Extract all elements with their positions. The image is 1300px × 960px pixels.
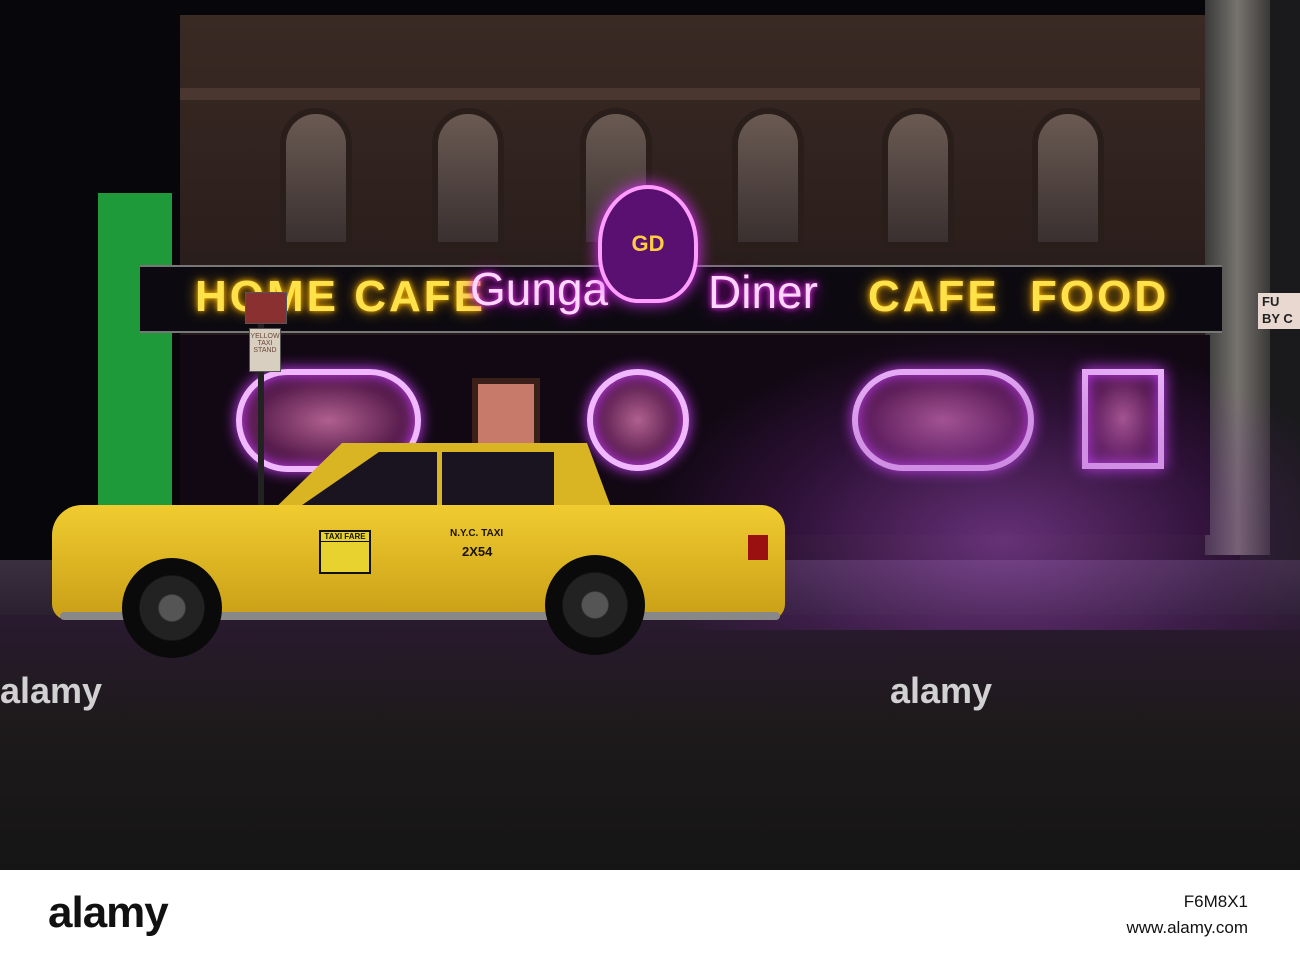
logo-monogram: GD: [631, 231, 665, 256]
taxi-taillight: [748, 535, 768, 560]
sign-cafe: CAFE: [868, 272, 1000, 321]
window: [432, 108, 504, 248]
taxi-label: N.Y.C. TAXI: [450, 528, 504, 539]
window: [1032, 108, 1104, 248]
image-id: F6M8X1: [1183, 892, 1248, 911]
window: [882, 108, 954, 248]
alamy-url: www.alamy.com: [1126, 918, 1248, 937]
watermark-footer: alamy F6M8X1 www.alamy.com: [0, 870, 1300, 960]
sign-diner: Diner: [708, 266, 818, 318]
sign-food: FOOD: [1030, 272, 1170, 321]
window: [280, 108, 352, 248]
taxi-rear-wheel: [545, 555, 645, 655]
green-screen: [98, 193, 172, 523]
taxi-front-wheel: [122, 558, 222, 658]
taxi-rear-window: [442, 452, 554, 508]
street-sign-red: [245, 292, 287, 324]
edge-sign: FU BY C: [1258, 293, 1300, 329]
watermark-overlay: alamy: [0, 670, 103, 711]
sign-home-cafe: HOME CAFE: [195, 272, 486, 321]
taxi-number: 2X54: [462, 544, 493, 559]
photo: FU BY C HOME CAFE Gunga Diner CAFE FOOD …: [0, 0, 1300, 870]
wet-street: [0, 615, 1300, 870]
sign-gunga: Gunga: [470, 263, 609, 315]
alamy-logo: alamy: [48, 888, 169, 937]
watermark-overlay: alamy: [890, 670, 993, 711]
taxi-stand-sign: YELLOW TAXI STAND: [249, 328, 281, 372]
elephant-logo: GD: [598, 185, 698, 303]
window: [732, 108, 804, 248]
fare-title: TAXI FARE: [321, 532, 369, 542]
ledge: [180, 88, 1200, 100]
taxi-fare-sticker: TAXI FARE: [319, 530, 371, 574]
